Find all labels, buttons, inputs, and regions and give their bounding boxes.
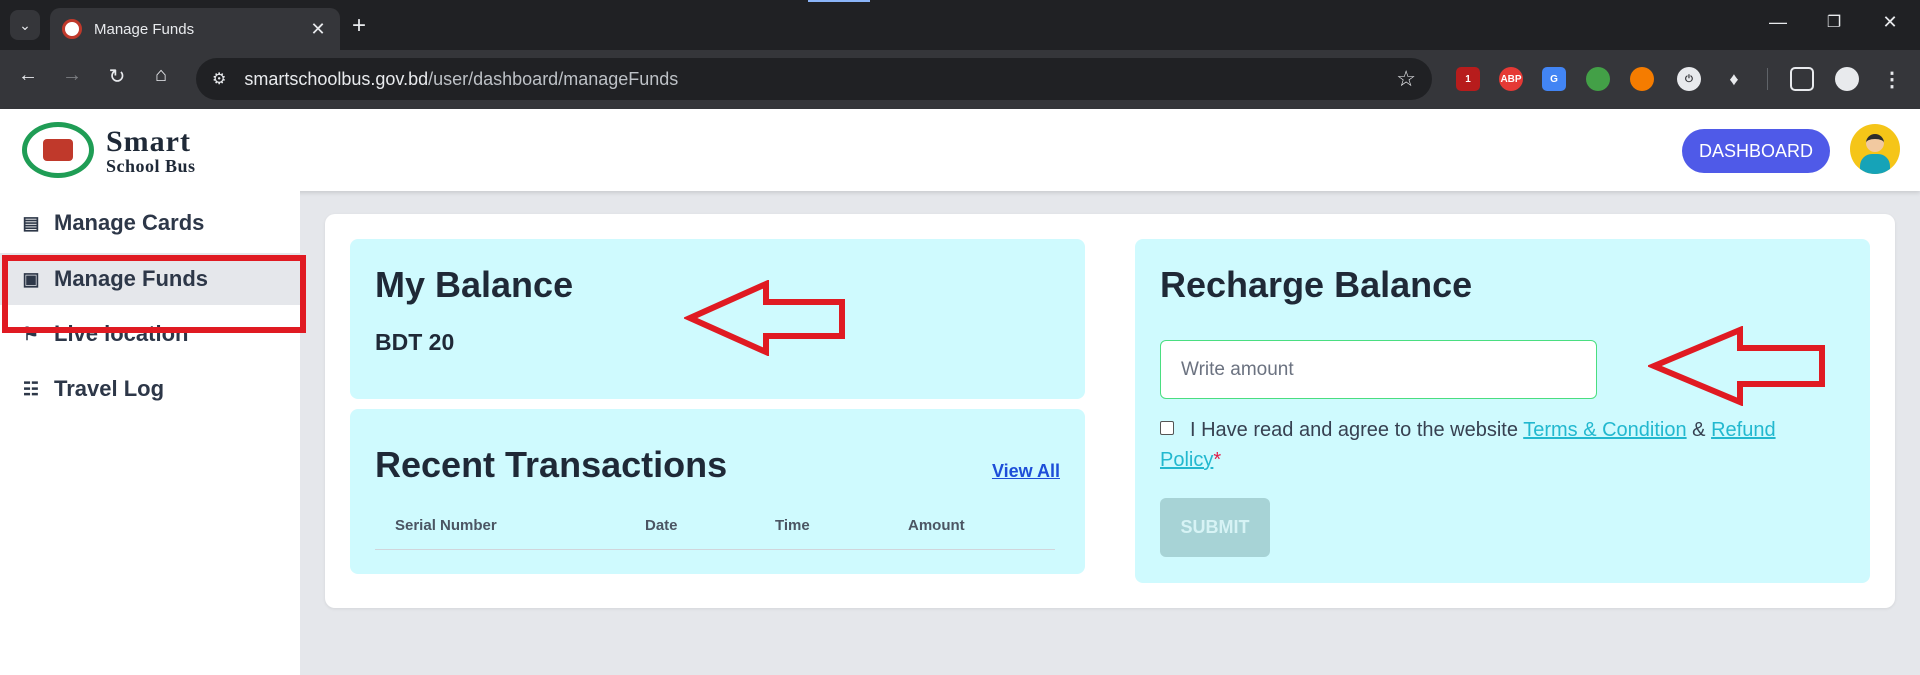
- transactions-title: Recent Transactions: [375, 444, 728, 485]
- browser-tab[interactable]: Manage Funds ✕: [50, 8, 340, 50]
- balance-value: BDT 20: [375, 329, 455, 355]
- annotation-arrow-recharge-icon: [1648, 326, 1825, 406]
- view-all-link[interactable]: View All: [992, 461, 1060, 482]
- required-mark: *: [1213, 449, 1222, 471]
- adblock-plus-extension-icon[interactable]: ABP: [1499, 67, 1523, 91]
- sidebar-item-travel-log[interactable]: ☷ Travel Log: [0, 363, 300, 415]
- restore-icon[interactable]: ❐: [1822, 12, 1846, 32]
- amount-input[interactable]: [1160, 340, 1597, 399]
- brand-name[interactable]: Smart School Bus: [106, 125, 196, 176]
- submit-button[interactable]: SUBMIT: [1160, 498, 1270, 557]
- column-header-serial: Serial Number: [395, 517, 497, 534]
- recharge-title: Recharge Balance: [1160, 264, 1473, 305]
- ampersand: &: [1692, 419, 1706, 441]
- terms-agreement: I Have read and agree to the website Ter…: [1160, 415, 1840, 475]
- column-header-amount: Amount: [908, 517, 965, 534]
- browser-menu-icon[interactable]: ⋮: [1880, 67, 1904, 91]
- annotation-highlight-box: [2, 255, 306, 333]
- reload-icon[interactable]: ↻: [103, 64, 131, 89]
- sidebar-item-label: Manage Cards: [54, 210, 205, 235]
- url-text[interactable]: smartschoolbus.gov.bd/user/dashboard/man…: [244, 69, 1396, 90]
- column-header-date: Date: [645, 517, 678, 534]
- sidebar-item-manage-cards[interactable]: ▤ Manage Cards: [0, 197, 300, 249]
- column-header-time: Time: [775, 517, 810, 534]
- home-icon[interactable]: ⌂: [147, 64, 175, 87]
- close-window-icon[interactable]: ✕: [1878, 12, 1902, 33]
- brand-line-2: School Bus: [106, 156, 196, 176]
- terms-link[interactable]: Terms & Condition: [1523, 419, 1686, 441]
- site-header: Smart School Bus DASHBOARD: [0, 109, 1920, 191]
- power-extension-icon[interactable]: ⏻: [1677, 67, 1701, 91]
- profile-icon[interactable]: [1835, 67, 1859, 91]
- site-info-icon[interactable]: ⚙: [212, 69, 226, 89]
- brand-line-1: Smart: [106, 125, 191, 158]
- toolbar-divider: [1767, 68, 1768, 90]
- minimize-icon[interactable]: —: [1766, 12, 1790, 33]
- color-extension-icon[interactable]: [1586, 67, 1610, 91]
- user-avatar[interactable]: [1850, 124, 1900, 174]
- site-favicon-icon: [62, 19, 82, 39]
- back-icon[interactable]: ←: [14, 64, 42, 87]
- table-header-divider: [375, 549, 1055, 550]
- agree-text: I Have read and agree to the website: [1190, 419, 1518, 441]
- log-book-icon: ☷: [22, 378, 40, 399]
- recharge-panel: Recharge Balance I Have read and agree t…: [1135, 239, 1870, 583]
- forward-icon[interactable]: →: [58, 64, 86, 87]
- translate-extension-icon[interactable]: G: [1542, 67, 1566, 91]
- id-card-icon: ▤: [22, 212, 40, 233]
- browser-toolbar: ← → ↻ ⌂ ⚙ smartschoolbus.gov.bd/user/das…: [0, 50, 1920, 109]
- side-panel-icon[interactable]: [1790, 67, 1814, 91]
- smart-school-bus-logo[interactable]: [22, 122, 94, 178]
- address-bar[interactable]: ⚙ smartschoolbus.gov.bd/user/dashboard/m…: [196, 58, 1432, 100]
- transactions-panel: Recent Transactions View All Serial Numb…: [350, 409, 1085, 574]
- new-tab-icon[interactable]: +: [352, 12, 366, 40]
- tab-search-icon[interactable]: ⌄: [10, 10, 40, 40]
- browser-tab-bar: ⌄ Manage Funds ✕ + — ❐ ✕: [0, 0, 1920, 50]
- main-card: My Balance BDT 20 Recent Transactions Vi…: [325, 214, 1895, 608]
- close-tab-icon[interactable]: ✕: [308, 19, 328, 40]
- annotation-arrow-balance-icon: [684, 280, 845, 356]
- balance-title: My Balance: [375, 264, 574, 305]
- tab-title: Manage Funds: [94, 20, 195, 38]
- dashboard-button[interactable]: DASHBOARD: [1682, 129, 1830, 173]
- terms-checkbox[interactable]: [1160, 421, 1174, 435]
- bookmark-star-icon[interactable]: ☆: [1396, 66, 1416, 92]
- tab-drop-indicator: [808, 0, 870, 2]
- extensions-puzzle-icon[interactable]: ♦: [1722, 67, 1746, 91]
- ublock-extension-icon[interactable]: 1: [1456, 67, 1480, 91]
- sidebar-item-label: Travel Log: [54, 376, 165, 401]
- fire-extension-icon[interactable]: [1630, 67, 1654, 91]
